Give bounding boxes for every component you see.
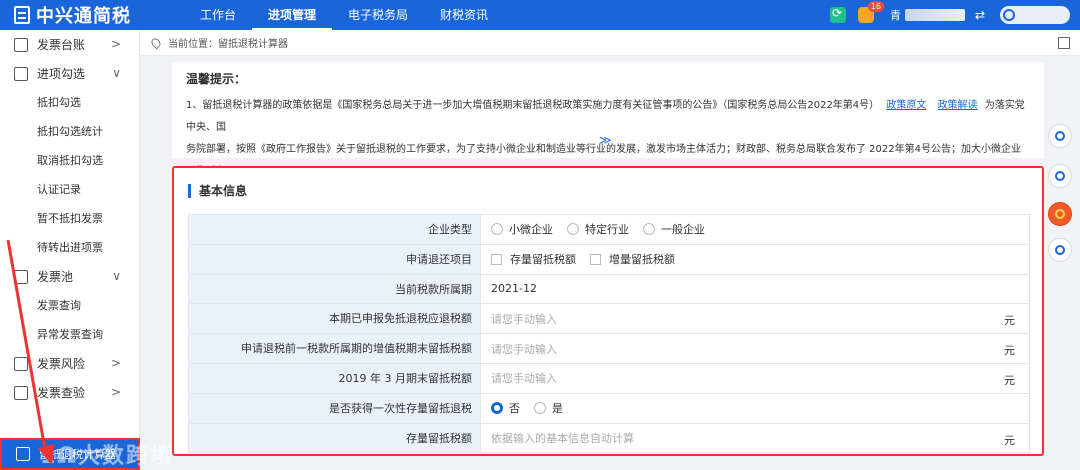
annotation-arrow bbox=[6, 239, 54, 466]
